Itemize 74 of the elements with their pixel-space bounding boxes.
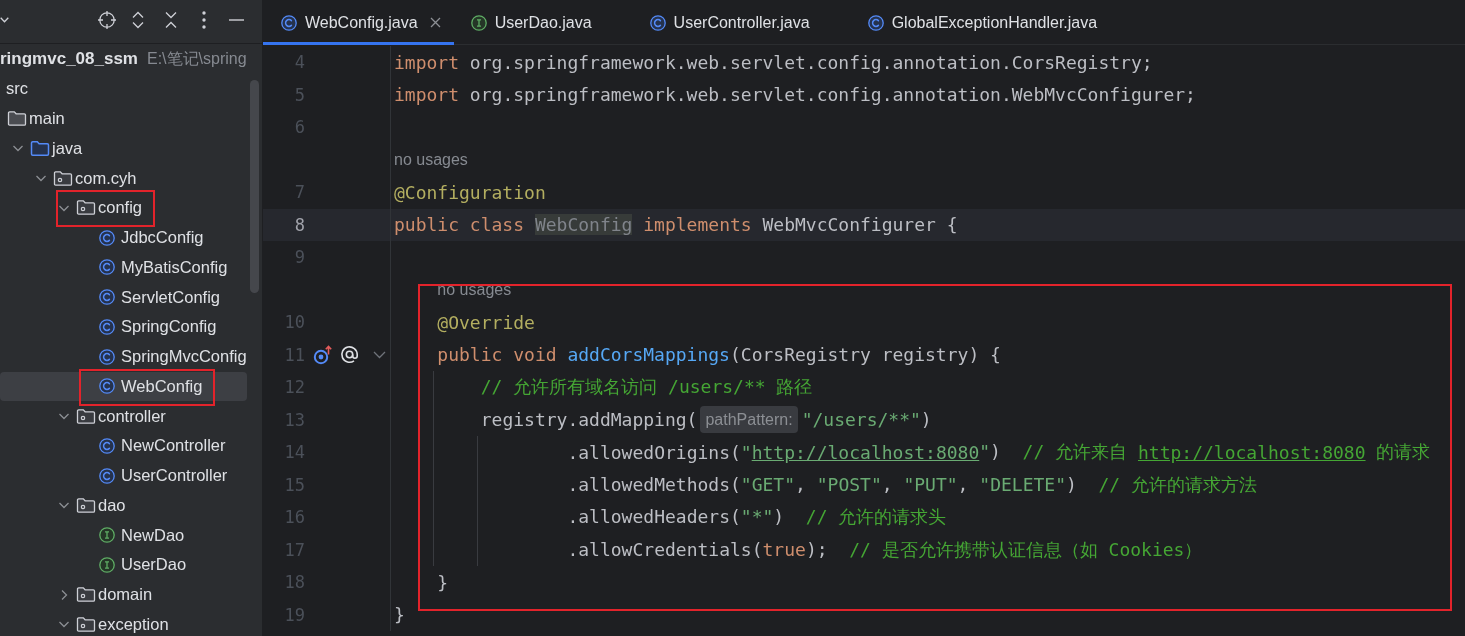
editor-tab[interactable]: GlobalExceptionHandler.java [850, 0, 1139, 45]
project-path: E:\笔记\spring [147, 48, 247, 69]
minimize-icon[interactable] [229, 18, 244, 21]
scrollbar-thumb[interactable] [250, 80, 259, 293]
tree-item[interactable]: NewController [0, 431, 247, 461]
usage-hint: no usages [394, 150, 468, 169]
circle-c-icon [99, 467, 115, 484]
tree-item[interactable]: SpringMvcConfig [0, 341, 247, 372]
tree-item[interactable]: ServletConfig [0, 282, 247, 312]
tree-item[interactable]: com.cyh [0, 163, 247, 193]
chevrons-inward-icon[interactable] [165, 10, 177, 29]
code-text: registry.addMapping( [480, 409, 698, 431]
circle-c-icon [867, 14, 884, 31]
ring-up-arrow-icon[interactable] [313, 344, 333, 365]
circle-i-icon [99, 556, 115, 573]
circle-c-icon [99, 437, 115, 454]
tree-item[interactable]: UserDao [0, 550, 247, 580]
circle-c-icon [99, 259, 115, 276]
code-text: @Configuration [394, 181, 546, 203]
tree-item[interactable]: java [0, 133, 247, 164]
tree-item[interactable]: NewDao [0, 520, 247, 550]
line-number: 8 [293, 214, 305, 235]
more-vertical-icon[interactable] [202, 10, 206, 29]
tree-item[interactable]: JdbcConfig [0, 222, 247, 253]
circle-c-icon [99, 318, 115, 335]
code-text: .allowCredentials(true); // 是否允许携带认证信息（如 Cookies） [567, 537, 1203, 562]
code-text: @Override [437, 311, 535, 333]
code-text: } [394, 604, 405, 626]
tree-item[interactable]: main [0, 103, 247, 134]
circle-c-icon [649, 14, 666, 31]
tree-item[interactable]: config [0, 193, 247, 223]
editor-tab[interactable]: UserController.java [632, 0, 851, 45]
code-text: import org.springframework.web.servlet.config.annotation.CorsRegistry; [394, 51, 1153, 73]
circle-c-icon [99, 348, 115, 365]
at-sign-icon[interactable] [340, 345, 359, 365]
parameter-hint: pathPattern: [700, 406, 798, 434]
tree-item[interactable]: UserController [0, 460, 247, 491]
tree-item[interactable]: MyBatisConfig [0, 252, 247, 283]
code-text: import org.springframework.web.servlet.config.annotation.WebMvcConfigurer; [394, 84, 1196, 106]
crosshair-icon[interactable] [98, 10, 116, 29]
circle-c-icon [281, 14, 297, 31]
circle-i-icon [470, 14, 487, 31]
tree-item[interactable]: exception [0, 609, 247, 636]
circle-i-icon [99, 527, 115, 544]
folder-icon [30, 139, 50, 157]
tree-item[interactable]: SpringConfig [0, 312, 247, 342]
code-text: .allowedOrigins(" [567, 441, 752, 463]
code-text: ") // 允许来自 [979, 440, 1129, 465]
chevron-down-icon[interactable] [373, 350, 386, 359]
tree-item[interactable]: dao [0, 490, 247, 521]
usage-hint: no usages [437, 280, 512, 299]
circle-c-icon [99, 378, 115, 395]
url-link[interactable]: http://localhost:8080 [1137, 441, 1366, 463]
close-icon[interactable] [429, 17, 441, 28]
tree-item[interactable]: src [0, 74, 247, 104]
code-text: .allowedHeaders("*") // 允许的请求头 [567, 505, 947, 530]
chevrons-up-down-icon[interactable] [132, 10, 144, 29]
editor-tab[interactable]: UserDao.java [453, 0, 633, 45]
code-text: } [437, 571, 449, 593]
code-text: // 允许所有域名访问 /users/** 路径 [480, 375, 813, 400]
code-text: "/users/**") [801, 409, 932, 431]
caret-icon[interactable] [0, 16, 9, 23]
tree-item[interactable]: domain [0, 579, 247, 610]
tree-item[interactable]: controller [0, 401, 247, 431]
code-text: public class WebConfig implements WebMvcConfigurer { [394, 214, 958, 236]
circle-c-icon [99, 289, 115, 306]
code-text: 的请求 [1375, 440, 1431, 465]
circle-c-icon [99, 229, 115, 246]
url-link[interactable]: http://localhost:8080 [751, 441, 980, 463]
folder-icon [7, 110, 27, 128]
code-text: .allowedMethods("GET", "POST", "PUT", "DELETE") // 允许的请求方法 [567, 472, 1258, 497]
code-text: public void addCorsMappings(CorsRegistry registry) { [437, 344, 1001, 366]
project-name: ringmvc_08_ssm [0, 49, 138, 69]
editor-tab[interactable]: WebConfig.java [263, 0, 454, 45]
